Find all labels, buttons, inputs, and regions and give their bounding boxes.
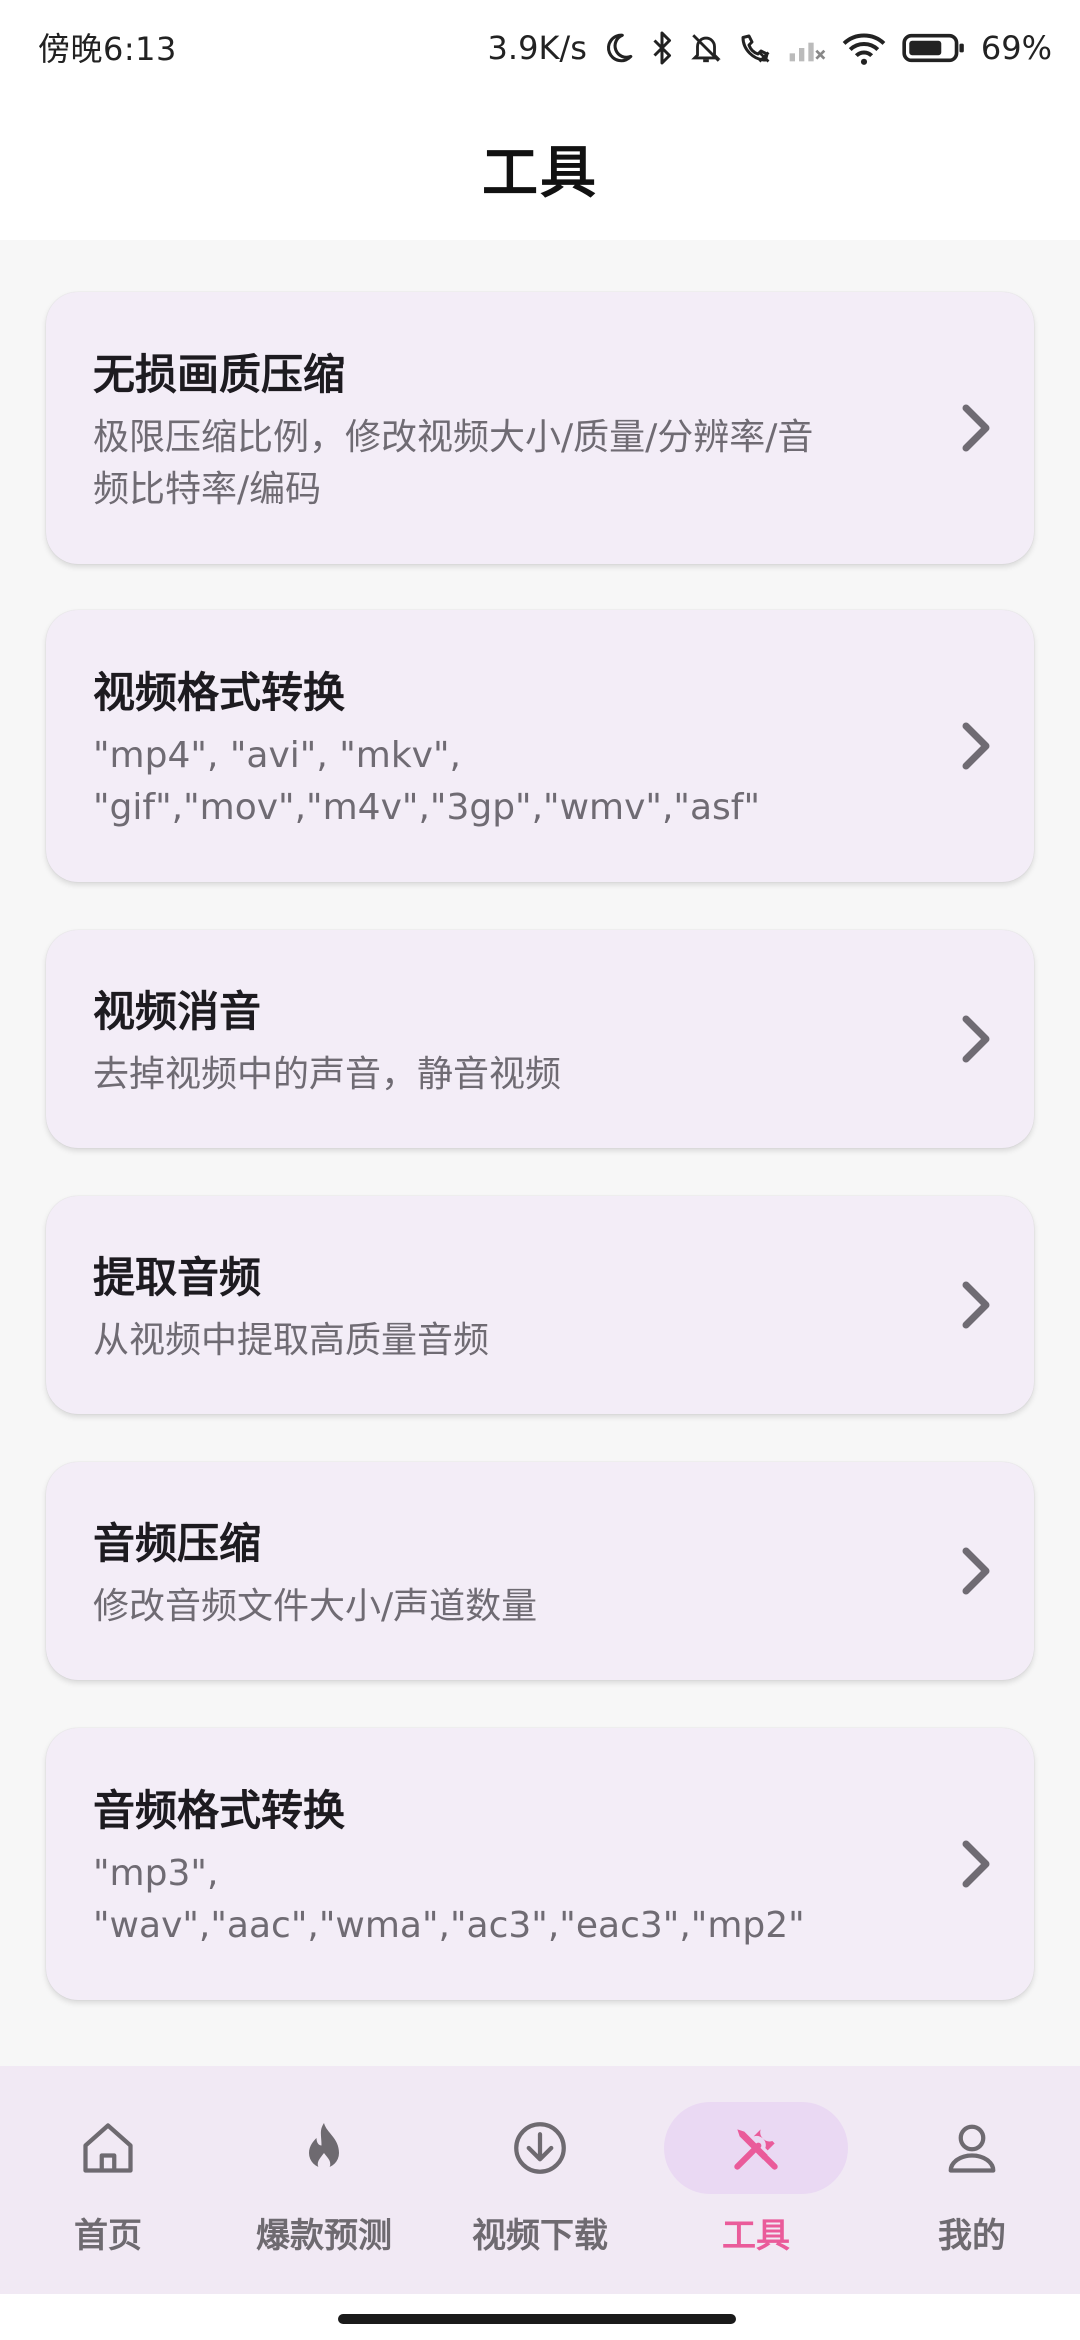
chevron-right-icon [962,1015,990,1063]
status-bar: 傍晚6:13 3.9K/s 69% [0,0,1080,96]
fire-icon [309,2123,339,2171]
moon-icon [601,31,635,65]
nav-item-trending-forecast[interactable]: 爆款预测 [216,2066,432,2294]
bottom-nav: 首页 爆款预测 视频下载 工具 我的 [0,2066,1080,2294]
network-speed: 3.9K/s [487,29,587,67]
bluetooth-icon [649,30,675,66]
nav-label: 首页 [74,2216,142,2256]
tool-card-description: "mp4", "avi", "mkv", "gif","mov","m4v","… [93,734,761,828]
tool-card-audio-format-convert[interactable]: 音频格式转换 "mp3", "wav","aac","wma","ac3","e… [46,1728,1034,2000]
mute-bell-icon [689,30,723,66]
nav-label: 工具 [722,2216,790,2256]
app-header: 工具 [0,96,1080,240]
home-indicator[interactable] [338,2314,736,2324]
tool-card-video-format-convert[interactable]: 视频格式转换 "mp4", "avi", "mkv", "gif","mov",… [46,610,1034,882]
tools-screen: 傍晚6:13 3.9K/s 69% 工具 无损画质压缩 极限压缩比例，修改视频大… [0,0,1080,2340]
tool-card-title: 视频格式转换 [93,667,346,717]
tool-card-description: "mp3", "wav","aac","wma","ac3","eac3","m… [93,1852,805,1946]
tool-card-description: 去掉视频中的声音，静音视频 [93,1053,562,1095]
tool-card-title: 视频消音 [93,986,262,1036]
chevron-right-icon [962,722,990,770]
tool-card-audio-compress[interactable]: 音频压缩 修改音频文件大小/声道数量 [46,1462,1034,1680]
tool-card-video-mute[interactable]: 视频消音 去掉视频中的声音，静音视频 [46,930,1034,1148]
tool-card-description: 极限压缩比例，修改视频大小/质量/分辨率/音 频比特率/编码 [93,416,814,510]
tool-card-description: 修改音频文件大小/声道数量 [93,1585,538,1627]
nav-item-video-download[interactable]: 视频下载 [432,2066,648,2294]
status-time: 傍晚6:13 [38,30,177,68]
chevron-right-icon [962,404,990,452]
nav-label: 视频下载 [472,2216,608,2256]
page-title: 工具 [482,140,598,206]
nav-label: 爆款预测 [256,2216,392,2256]
chevron-right-icon [962,1840,990,1888]
home-icon [83,2123,133,2173]
person-icon [948,2124,996,2173]
tool-card-extract-audio[interactable]: 提取音频 从视频中提取高质量音频 [46,1196,1034,1414]
tool-card-title: 音频压缩 [93,1518,262,1568]
tools-icon [734,2129,778,2170]
call-off-icon [737,30,773,66]
gesture-area [0,2294,1080,2340]
tool-card-description: 从视频中提取高质量音频 [93,1319,490,1361]
nav-label: 我的 [938,2216,1006,2256]
wifi-icon [841,31,887,65]
battery-icon [901,32,967,64]
signal-off-icon [787,32,827,64]
tool-list: 无损画质压缩 极限压缩比例，修改视频大小/质量/分辨率/音 频比特率/编码 视频… [0,240,1080,2066]
battery-percent: 69% [980,29,1052,67]
chevron-right-icon [962,1281,990,1329]
nav-item-home[interactable]: 首页 [0,2066,216,2294]
nav-item-tools[interactable]: 工具 [648,2066,864,2294]
tool-card-title: 提取音频 [93,1252,262,1302]
tool-card-title: 无损画质压缩 [93,349,346,399]
active-indicator [664,2102,848,2194]
nav-item-profile[interactable]: 我的 [864,2066,1080,2294]
status-icons: 3.9K/s 69% [488,20,1052,76]
download-icon [514,2122,566,2174]
tool-card-title: 音频格式转换 [93,1785,346,1835]
chevron-right-icon [962,1547,990,1595]
tool-card-lossless-compress[interactable]: 无损画质压缩 极限压缩比例，修改视频大小/质量/分辨率/音 频比特率/编码 [46,292,1034,564]
